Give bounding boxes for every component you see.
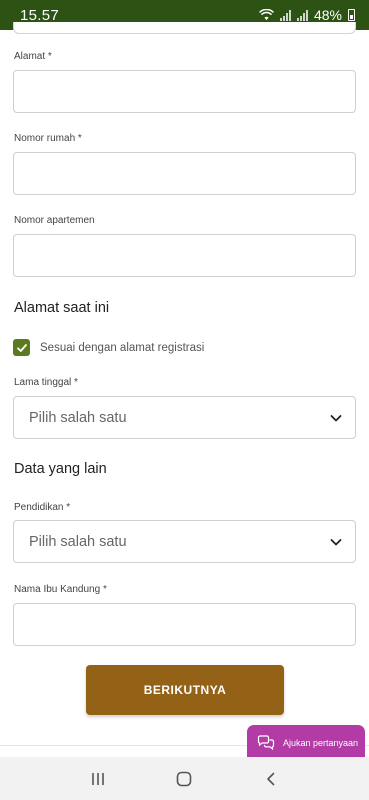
chevron-down-icon	[330, 414, 342, 421]
nomor-apartemen-input[interactable]	[13, 234, 356, 277]
pendidikan-value: Pilih salah satu	[29, 533, 127, 550]
lama-tinggal-select[interactable]: Pilih salah satu	[13, 396, 356, 439]
system-nav-bar	[0, 757, 369, 800]
nama-ibu-label: Nama Ibu Kandung *	[14, 584, 107, 595]
signal-1-icon	[279, 9, 291, 21]
chevron-down-icon	[330, 538, 342, 545]
section-title-other-data: Data yang lain	[14, 461, 107, 477]
wifi-icon	[259, 9, 274, 21]
back-icon	[267, 772, 275, 785]
pendidikan-select[interactable]: Pilih salah satu	[13, 520, 356, 563]
pendidikan-label: Pendidikan *	[14, 502, 71, 513]
same-address-checkbox[interactable]	[13, 339, 30, 356]
signal-2-icon	[296, 9, 308, 21]
checkmark-icon	[16, 343, 27, 352]
lama-tinggal-value: Pilih salah satu	[29, 409, 127, 426]
previous-field[interactable]	[13, 22, 356, 34]
alamat-input[interactable]	[13, 70, 356, 113]
same-address-checkbox-label: Sesuai dengan alamat registrasi	[40, 341, 205, 354]
status-time: 15.57	[20, 6, 60, 24]
nama-ibu-input[interactable]	[13, 603, 356, 646]
home-icon	[177, 771, 192, 786]
next-button[interactable]: BERIKUTNYA	[86, 665, 284, 715]
battery-icon	[348, 9, 355, 21]
same-address-checkbox-row[interactable]: Sesuai dengan alamat registrasi	[13, 339, 204, 356]
home-button[interactable]	[172, 767, 196, 791]
nomor-apartemen-label: Nomor apartemen	[14, 215, 95, 226]
section-title-current-address: Alamat saat ini	[14, 300, 110, 316]
ask-question-button[interactable]: Ajukan pertanyaan	[247, 725, 365, 760]
recent-apps-icon	[92, 772, 104, 785]
battery-percent: 48%	[313, 7, 342, 23]
alamat-label: Alamat *	[14, 51, 52, 62]
ask-question-label: Ajukan pertanyaan	[283, 737, 359, 748]
nomor-rumah-input[interactable]	[13, 152, 356, 195]
status-indicators: 48%	[259, 7, 355, 23]
recent-apps-button[interactable]	[86, 767, 110, 791]
chat-bubbles-icon	[257, 735, 275, 750]
nomor-rumah-label: Nomor rumah *	[14, 133, 82, 144]
back-button[interactable]	[259, 767, 283, 791]
lama-tinggal-label: Lama tinggal *	[14, 377, 78, 388]
